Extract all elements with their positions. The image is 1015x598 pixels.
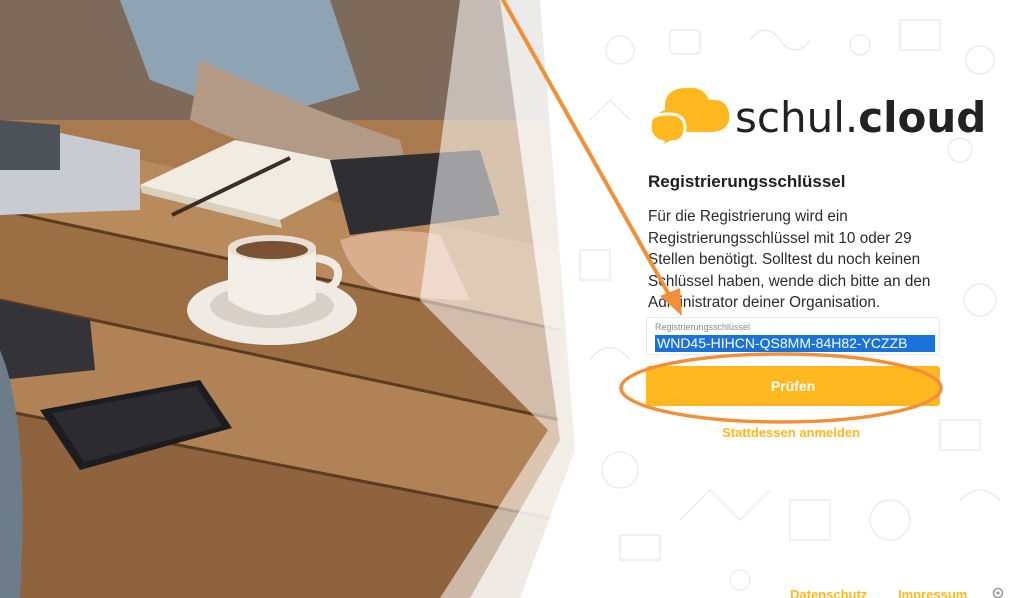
- logo-prefix: schul.: [735, 93, 859, 142]
- registration-key-input[interactable]: [655, 335, 935, 352]
- hero-photo: [0, 0, 600, 598]
- cloud-speech-icon: [648, 87, 730, 148]
- registration-key-label: Registrierungsschlüssel: [655, 322, 751, 332]
- registration-description: Für die Registrierung wird ein Registrie…: [648, 208, 931, 311]
- gear-icon[interactable]: [990, 585, 1006, 598]
- footer-privacy-link[interactable]: Datenschutz: [790, 587, 867, 598]
- login-instead-link[interactable]: Stattdessen anmelden: [722, 425, 860, 440]
- logo-wordmark: schul.cloud: [735, 94, 986, 142]
- check-button[interactable]: Prüfen: [646, 366, 940, 406]
- schul-cloud-logo[interactable]: schul.cloud: [645, 80, 986, 150]
- coffee-table-photo: [0, 0, 600, 598]
- logo-brand: cloud: [858, 93, 987, 142]
- footer-imprint-link[interactable]: Impressum: [898, 587, 967, 598]
- registration-key-field[interactable]: Registrierungsschlüssel: [646, 317, 940, 355]
- page-title: Registrierungsschlüssel: [648, 172, 846, 191]
